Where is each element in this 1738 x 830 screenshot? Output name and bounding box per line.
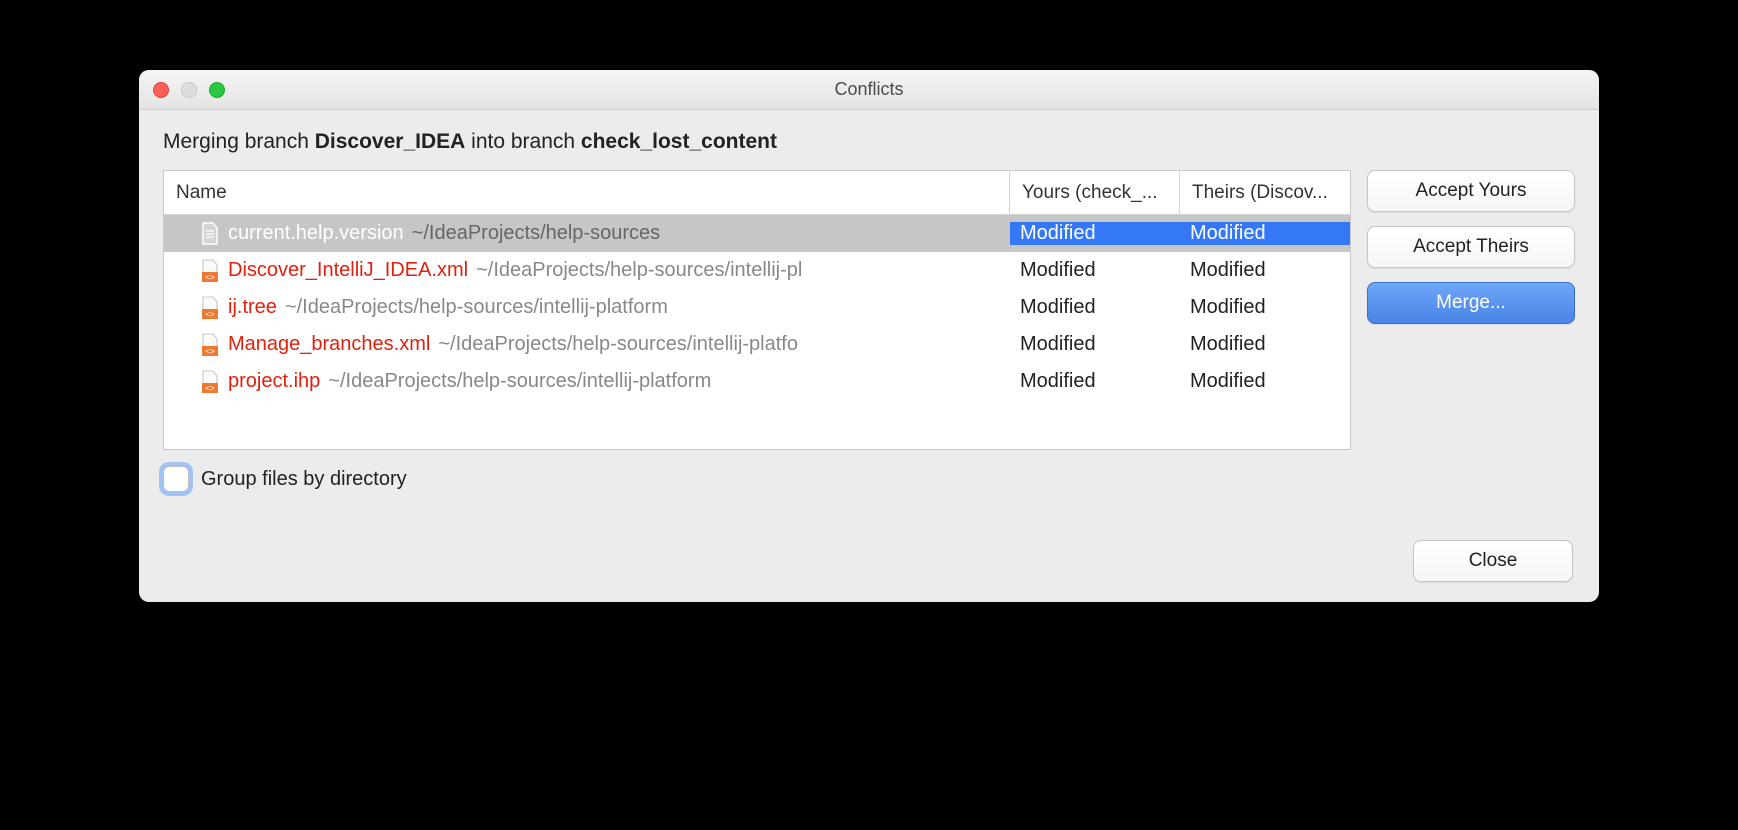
col-yours[interactable]: Yours (check_... (1010, 171, 1180, 214)
yours-status: Modified (1010, 259, 1180, 282)
theirs-status: Modified (1180, 296, 1350, 319)
file-name: Manage_branches.xml (228, 333, 430, 356)
target-branch: check_lost_content (581, 130, 777, 153)
theirs-status: Modified (1180, 333, 1350, 356)
file-path: ~/IdeaProjects/help-sources (412, 222, 660, 245)
theirs-status: Modified (1180, 259, 1350, 282)
table-header: Name Yours (check_... Theirs (Discov... (164, 171, 1350, 215)
svg-text:<>: <> (205, 273, 215, 282)
group-by-directory-label: Group files by directory (201, 468, 407, 491)
file-path: ~/IdeaProjects/help-sources/intellij-pla… (285, 296, 668, 319)
theirs-status: Modified (1180, 222, 1350, 245)
file-cell: <> project.ihp ~/IdeaProjects/help-source… (164, 370, 1010, 394)
xml-file-icon: <> (200, 259, 220, 283)
file-name: project.ihp (228, 370, 320, 393)
file-path: ~/IdeaProjects/help-sources/intellij-pla… (328, 370, 711, 393)
dialog-content: Merging branch Discover_IDEA into branch… (139, 110, 1599, 602)
heading-middle: into branch (465, 130, 581, 153)
xml-file-icon: <> (200, 296, 220, 320)
svg-text:<>: <> (205, 384, 215, 393)
table-row[interactable]: <> project.ihp ~/IdeaProjects/help-source… (164, 363, 1350, 400)
xml-file-icon: <> (200, 370, 220, 394)
window-controls (153, 82, 225, 98)
yours-status: Modified (1010, 296, 1180, 319)
file-path: ~/IdeaProjects/help-sources/intellij-pla… (438, 333, 798, 356)
theirs-status: Modified (1180, 370, 1350, 393)
group-by-directory[interactable]: Group files by directory (163, 466, 407, 492)
table-row[interactable]: <> Manage_branches.xml ~/IdeaProjects/hel… (164, 326, 1350, 363)
checkbox-icon[interactable] (163, 466, 189, 492)
yours-status: Modified (1010, 333, 1180, 356)
file-name: Discover_IntelliJ_IDEA.xml (228, 259, 468, 282)
table-row[interactable]: current.help.version ~/IdeaProjects/help… (164, 215, 1350, 252)
merge-button[interactable]: Merge... (1367, 282, 1575, 324)
file-path: ~/IdeaProjects/help-sources/intellij-pl (476, 259, 802, 282)
conflicts-dialog: Conflicts Merging branch Discover_IDEA i… (139, 70, 1599, 602)
file-cell: current.help.version ~/IdeaProjects/help… (164, 222, 1010, 246)
yours-status: Modified (1010, 370, 1180, 393)
table-body: current.help.version ~/IdeaProjects/help… (164, 215, 1350, 449)
conflicts-table: Name Yours (check_... Theirs (Discov... … (163, 170, 1351, 450)
merge-heading: Merging branch Discover_IDEA into branch… (163, 130, 1575, 154)
col-name[interactable]: Name (164, 171, 1010, 214)
close-button[interactable]: Close (1413, 540, 1573, 582)
file-name: ij.tree (228, 296, 277, 319)
file-cell: <> ij.tree ~/IdeaProjects/help-sources/in… (164, 296, 1010, 320)
minimize-window-icon (181, 82, 197, 98)
col-theirs[interactable]: Theirs (Discov... (1180, 171, 1350, 214)
xml-file-icon: <> (200, 333, 220, 357)
heading-prefix: Merging branch (163, 130, 315, 153)
yours-status: Modified (1010, 222, 1180, 245)
svg-text:<>: <> (205, 347, 215, 356)
text-file-icon (200, 222, 220, 246)
table-row[interactable]: <> Discover_IntelliJ_IDEA.xml ~/IdeaProje… (164, 252, 1350, 289)
file-cell: <> Discover_IntelliJ_IDEA.xml ~/IdeaProje… (164, 259, 1010, 283)
file-name: current.help.version (228, 222, 404, 245)
close-window-icon[interactable] (153, 82, 169, 98)
table-row[interactable]: <> ij.tree ~/IdeaProjects/help-sources/in… (164, 289, 1350, 326)
accept-theirs-button[interactable]: Accept Theirs (1367, 226, 1575, 268)
file-cell: <> Manage_branches.xml ~/IdeaProjects/hel… (164, 333, 1010, 357)
window-title: Conflicts (834, 79, 903, 100)
titlebar: Conflicts (139, 70, 1599, 110)
zoom-window-icon[interactable] (209, 82, 225, 98)
svg-text:<>: <> (205, 310, 215, 319)
action-buttons: Accept Yours Accept Theirs Merge... (1367, 170, 1575, 324)
accept-yours-button[interactable]: Accept Yours (1367, 170, 1575, 212)
source-branch: Discover_IDEA (315, 130, 466, 153)
